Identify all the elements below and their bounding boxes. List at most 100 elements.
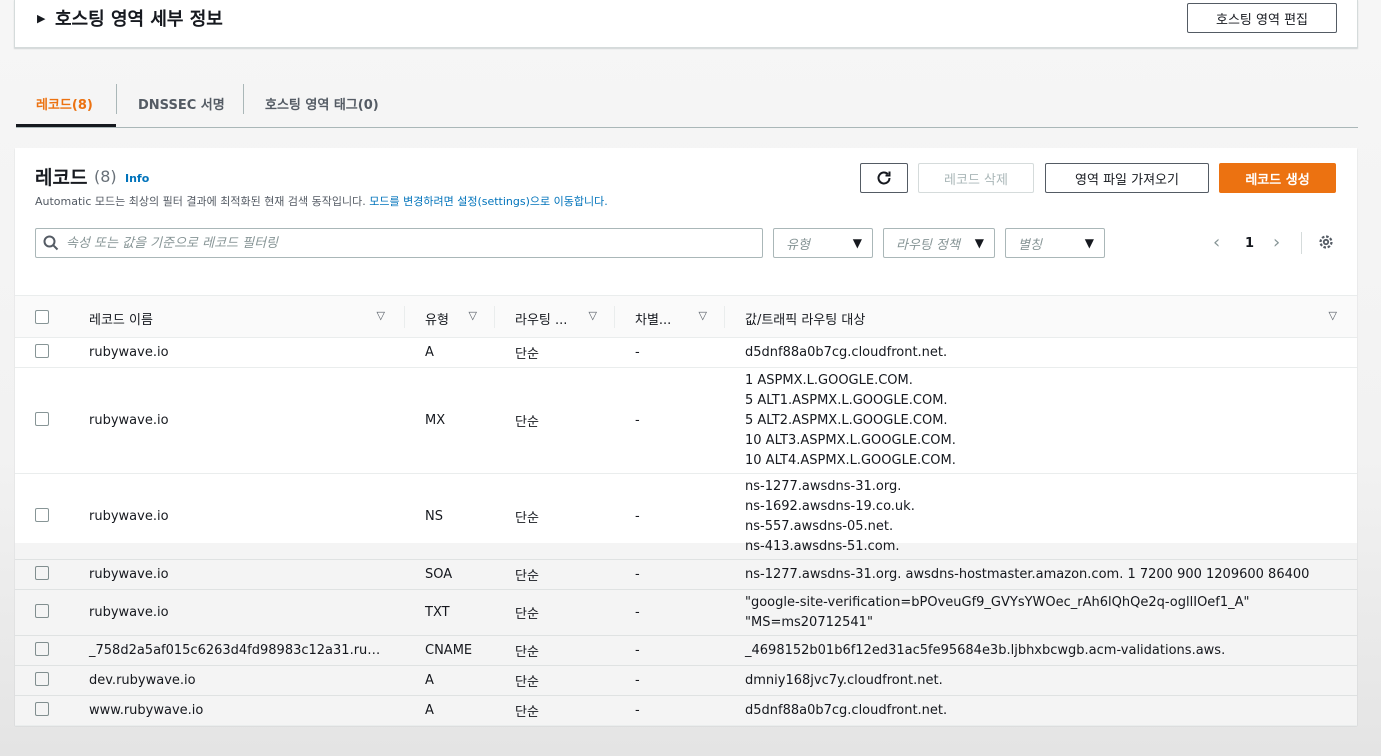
sort-icon[interactable]: ▽ [699, 309, 707, 322]
record-name-cell: rubywave.io [89, 605, 169, 620]
record-name-cell: rubywave.io [89, 509, 169, 524]
record-value-cell: "google-site-verification=bPOveuGf9_GVYs… [725, 590, 1357, 636]
record-value-line: ns-1277.awsdns-31.org. awsdns-hostmaster… [745, 566, 1310, 582]
search-input[interactable] [66, 235, 762, 251]
routing-policy-cell: 단순 [515, 645, 539, 660]
row-checkbox[interactable] [35, 671, 49, 686]
column-header-type[interactable]: 유형 ▽ [405, 296, 495, 338]
routing-policy-cell: 단순 [515, 511, 539, 526]
records-panel: 레코드 (8) Info Automatic 모드는 최상의 필터 결과에 최적… [15, 148, 1357, 726]
table-row[interactable]: www.rubywave.io A 단순 - d5dnf88a0b7cg.cloudfr… [15, 696, 1357, 726]
sort-icon[interactable]: ▽ [377, 309, 385, 322]
row-checkbox[interactable] [35, 641, 49, 656]
row-checkbox-cell [15, 338, 69, 368]
row-checkbox[interactable] [35, 343, 49, 358]
row-checkbox[interactable] [35, 603, 49, 618]
differentiator-cell: - [635, 413, 640, 428]
record-value-cell: ns-1277.awsdns-31.org. awsdns-hostmaster… [725, 560, 1357, 590]
expand-caret-icon[interactable]: ▶ [37, 12, 45, 25]
row-checkbox[interactable] [35, 507, 49, 522]
table-row[interactable]: rubywave.io MX 단순 - 1 ASPMX.L.GOOGLE.COM. 5 A… [15, 368, 1357, 474]
records-table: 레코드 이름 ▽ 유형 ▽ 라우팅 ... ▽ 차별... ▽ 값/트래픽 라우… [15, 295, 1357, 726]
table-row[interactable]: dev.rubywave.io A 단순 - dmniy168jvc7y.cloudfr… [15, 666, 1357, 696]
refresh-button[interactable] [860, 163, 908, 193]
table-row[interactable]: rubywave.io SOA 단순 - ns-1277.awsdns-31.org. … [15, 560, 1357, 590]
row-checkbox-cell [15, 368, 69, 474]
tab-hosted-zone-tags[interactable]: 호스팅 영역 태그(0) [265, 88, 379, 118]
column-header-value[interactable]: 값/트래픽 라우팅 대상 ▽ [725, 296, 1357, 338]
record-filter-search[interactable] [35, 228, 763, 258]
row-checkbox-cell [15, 590, 69, 636]
select-all-checkbox[interactable] [35, 310, 49, 324]
search-mode-description: Automatic 모드는 최상의 필터 결과에 최적화된 현재 검색 동작입니… [35, 193, 608, 209]
create-record-button[interactable]: 레코드 생성 [1219, 163, 1336, 193]
routing-policy-filter-select[interactable]: 라우팅 정책 ▼ [883, 228, 995, 258]
record-value-line: ns-557.awsdns-05.net. [745, 518, 894, 534]
record-value-line: dmniy168jvc7y.cloudfront.net. [745, 672, 943, 688]
edit-hosted-zone-button[interactable]: 호스팅 영역 편집 [1187, 3, 1337, 33]
tab-records[interactable]: 레코드(8) [36, 88, 93, 118]
column-header-name[interactable]: 레코드 이름 ▽ [69, 296, 405, 338]
differentiator-cell: - [635, 567, 640, 582]
dropdown-arrow-icon: ▼ [1084, 236, 1094, 250]
record-value-line: 10 ALT3.ASPMX.L.GOOGLE.COM. [745, 432, 956, 448]
tab-dnssec[interactable]: DNSSEC 서명 [138, 88, 225, 118]
record-value-line: 1 ASPMX.L.GOOGLE.COM. [745, 372, 913, 388]
column-header-name-label: 레코드 이름 [89, 313, 153, 328]
sort-icon[interactable]: ▽ [1329, 309, 1337, 322]
tab-bar: 레코드(8) DNSSEC 서명 호스팅 영역 태그(0) [16, 80, 1358, 128]
import-zone-file-button[interactable]: 영역 파일 가져오기 [1045, 163, 1209, 193]
row-checkbox-cell [15, 474, 69, 560]
next-page-icon[interactable]: › [1273, 232, 1280, 253]
description-text: Automatic 모드는 최상의 필터 결과에 최적화된 현재 검색 동작입니… [35, 195, 366, 208]
row-checkbox[interactable] [35, 565, 49, 580]
record-value-cell: _4698152b01b6f12ed31ac5fe95684e3b.ljbhxb… [725, 636, 1357, 666]
differentiator-cell: - [635, 673, 640, 688]
record-value-line: d5dnf88a0b7cg.cloudfront.net. [745, 344, 948, 360]
delete-record-button[interactable]: 레코드 삭제 [918, 163, 1034, 193]
record-name-cell: rubywave.io [89, 567, 169, 582]
row-checkbox[interactable] [35, 701, 49, 716]
row-checkbox[interactable] [35, 411, 49, 426]
row-checkbox-cell [15, 560, 69, 590]
alias-filter-select[interactable]: 별칭 ▼ [1005, 228, 1105, 258]
record-value-cell: 1 ASPMX.L.GOOGLE.COM. 5 ALT1.ASPMX.L.GOOG… [725, 368, 1357, 474]
record-name-cell: rubywave.io [89, 345, 169, 360]
settings-gear-icon[interactable] [1317, 233, 1335, 255]
column-header-routing[interactable]: 라우팅 ... ▽ [495, 296, 615, 338]
column-header-value-label: 값/트래픽 라우팅 대상 [745, 313, 866, 328]
record-type-cell: SOA [425, 567, 453, 582]
row-checkbox-cell [15, 636, 69, 666]
hosted-zone-details-title[interactable]: 호스팅 영역 세부 정보 [55, 5, 223, 31]
differentiator-cell: - [635, 703, 640, 718]
routing-filter-label: 라우팅 정책 [896, 237, 960, 253]
differentiator-cell: - [635, 345, 640, 360]
records-count: (8) [94, 167, 117, 186]
prev-page-icon[interactable]: ‹ [1213, 232, 1220, 253]
tab-divider [116, 84, 117, 114]
type-filter-select[interactable]: 유형 ▼ [773, 228, 873, 258]
record-name-cell: _758d2a5af015c6263d4fd98983c12a31.ru… [89, 643, 381, 658]
current-page[interactable]: 1 [1245, 236, 1254, 251]
tab-divider [243, 84, 244, 114]
differentiator-cell: - [635, 643, 640, 658]
sort-icon[interactable]: ▽ [469, 309, 477, 322]
pager-divider [1301, 232, 1302, 254]
column-header-routing-label: 라우팅 ... [515, 313, 568, 328]
info-link[interactable]: Info [125, 172, 149, 185]
active-tab-indicator [16, 124, 116, 127]
settings-link[interactable]: 모드를 변경하려면 설정(settings)으로 이동합니다. [369, 195, 607, 208]
sort-icon[interactable]: ▽ [589, 309, 597, 322]
column-header-diff[interactable]: 차별... ▽ [615, 296, 725, 338]
table-row[interactable]: rubywave.io TXT 단순 - "google-site-verificati… [15, 590, 1357, 636]
differentiator-cell: - [635, 509, 640, 524]
table-row[interactable]: _758d2a5af015c6263d4fd98983c12a31.ru… CNA… [15, 636, 1357, 666]
row-checkbox-cell [15, 666, 69, 696]
table-row[interactable]: rubywave.io A 단순 - d5dnf88a0b7cg.cloudfront.… [15, 338, 1357, 368]
table-row[interactable]: rubywave.io NS 단순 - ns-1277.awsdns-31.org. ns… [15, 474, 1357, 560]
record-value-line: 5 ALT2.ASPMX.L.GOOGLE.COM. [745, 412, 948, 428]
record-value-cell: ns-1277.awsdns-31.org. ns-1692.awsdns-19.… [725, 474, 1357, 560]
row-checkbox-cell [15, 696, 69, 726]
column-header-type-label: 유형 [425, 313, 449, 328]
differentiator-cell: - [635, 605, 640, 620]
